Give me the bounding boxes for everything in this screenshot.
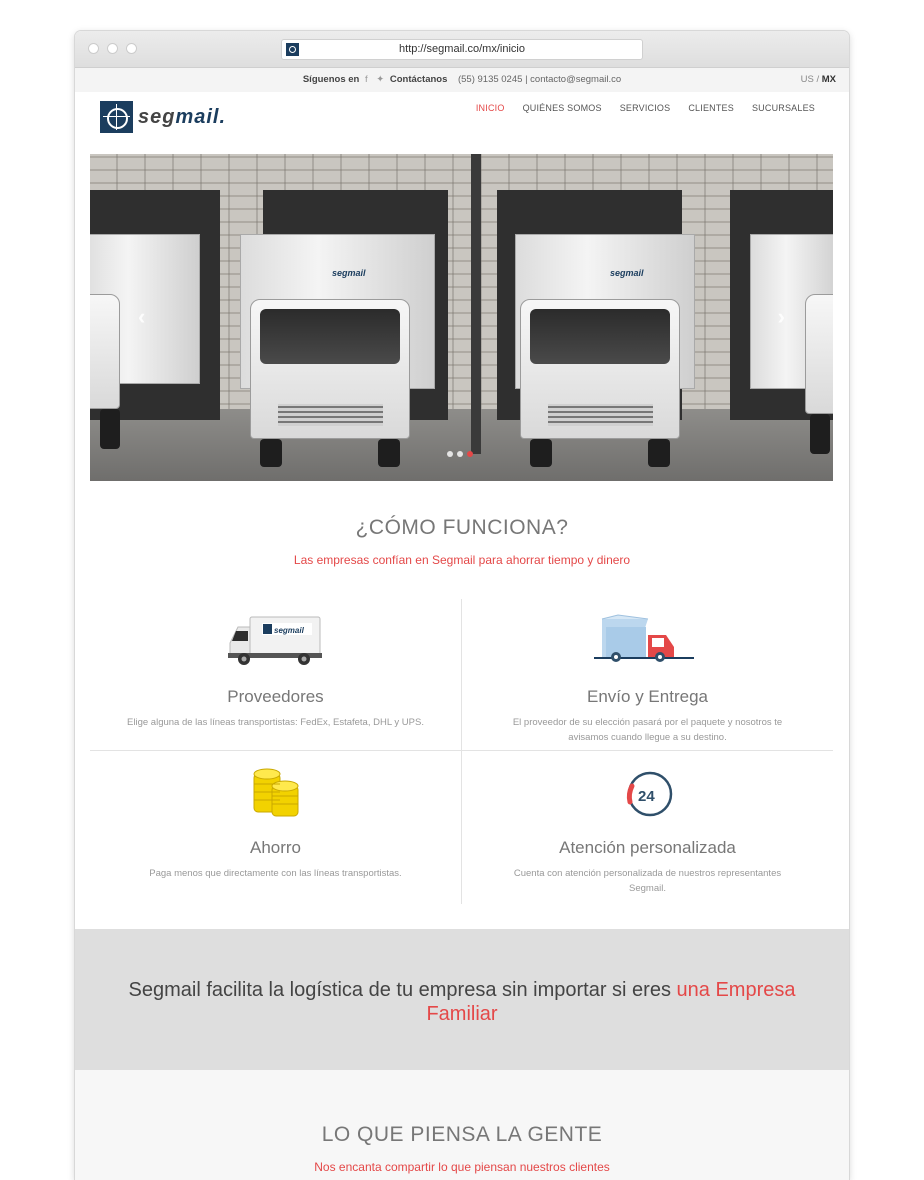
feature-text-proveedores: Elige alguna de las líneas transportista… xyxy=(127,717,424,728)
support-24-icon: 24 xyxy=(588,764,708,826)
phone-number: (55) 9135 0245 xyxy=(457,74,523,85)
twitter-icon[interactable]: ✦ xyxy=(376,74,384,85)
favicon-icon xyxy=(286,43,299,56)
lang-mx-link[interactable]: MX xyxy=(822,74,836,85)
browser-chrome: http://segmail.co/mx/inicio xyxy=(75,31,849,68)
how-subtitle: Las empresas confían en Segmail para aho… xyxy=(293,553,631,567)
feature-title-envio: Envío y Entrega xyxy=(587,687,708,706)
feature-ahorro: Ahorro Paga menos que directamente con l… xyxy=(90,764,461,881)
feature-title-ahorro: Ahorro xyxy=(249,838,302,857)
feature-text-atencion: Cuenta con atención personalizada de nue… xyxy=(513,868,782,894)
site-header: segmail. INICIO QUIÉNES SOMOS SERVICIOS … xyxy=(75,92,849,155)
email-link[interactable]: contacto@segmail.co xyxy=(530,74,621,85)
feature-envio: Envío y Entrega El proveedor de su elecc… xyxy=(462,613,833,745)
follow-label: Síguenos en xyxy=(302,74,360,85)
svg-text:segmail: segmail xyxy=(274,626,305,635)
address-bar[interactable]: http://segmail.co/mx/inicio xyxy=(281,39,643,60)
how-title: ¿CÓMO FUNCIONA? xyxy=(355,516,569,539)
crosshair-logo-icon xyxy=(100,101,133,133)
slider-dot-1[interactable] xyxy=(447,451,453,457)
banner-text-main: Segmail facilita la logística de tu empr… xyxy=(128,979,677,1001)
minimize-window-button[interactable] xyxy=(107,43,118,54)
separator: | xyxy=(525,74,528,85)
main-nav: INICIO QUIÉNES SOMOS SERVICIOS CLIENTES … xyxy=(476,103,815,113)
slider-pagination xyxy=(447,451,473,457)
slider-next-arrow[interactable]: › xyxy=(778,304,785,330)
lang-separator: / xyxy=(816,74,820,85)
url-text: http://segmail.co/mx/inicio xyxy=(399,43,525,55)
nav-clientes[interactable]: CLIENTES xyxy=(688,103,734,113)
facebook-icon[interactable]: f xyxy=(365,74,368,85)
slider-dot-3[interactable] xyxy=(467,451,473,457)
top-info-bar: Síguenos en f ✦ Contáctanos (55) 9135 02… xyxy=(75,68,849,92)
logo-wordmark: segmail. xyxy=(138,106,226,129)
logo-text-b: mail. xyxy=(175,105,227,128)
delivery-truck-icon xyxy=(588,613,708,675)
lang-us-link[interactable]: US xyxy=(801,74,814,85)
nav-servicios[interactable]: SERVICIOS xyxy=(620,103,671,113)
feature-title-proveedores: Proveedores xyxy=(227,687,324,706)
maximize-window-button[interactable] xyxy=(126,43,137,54)
language-switcher: US / MX xyxy=(801,74,836,85)
browser-window: http://segmail.co/mx/inicio Síguenos en … xyxy=(75,31,849,1180)
nav-inicio[interactable]: INICIO xyxy=(476,103,505,113)
icon-24-text: 24 xyxy=(638,788,655,805)
truck-brand-label-2: segmail xyxy=(610,268,644,278)
feature-proveedores: segmail Proveedores Elige alguna de las … xyxy=(90,613,461,730)
close-window-button[interactable] xyxy=(88,43,99,54)
feature-text-envio: El proveedor de su elección pasará por e… xyxy=(512,717,783,743)
cta-banner: Segmail facilita la logística de tu empr… xyxy=(75,929,849,1070)
nav-sucursales[interactable]: SUCURSALES xyxy=(752,103,815,113)
logo-text-a: seg xyxy=(138,105,176,128)
grid-divider-horizontal xyxy=(90,750,833,751)
slider-dot-2[interactable] xyxy=(457,451,463,457)
hero-pole xyxy=(471,154,481,454)
contact-label: Contáctanos xyxy=(389,74,448,85)
features-grid: segmail Proveedores Elige alguna de las … xyxy=(90,599,833,904)
hero-slider: segmail segmail ‹ › xyxy=(90,154,833,481)
feature-atencion: 24 Atención personalizada Cuenta con ate… xyxy=(462,764,833,896)
nav-quienes-somos[interactable]: QUIÉNES SOMOS xyxy=(523,103,602,113)
testimonials-subtitle: Nos encanta compartir lo que piensan nue… xyxy=(314,1160,610,1174)
truck-brand-label: segmail xyxy=(332,268,366,278)
segmail-logo[interactable]: segmail. xyxy=(100,101,226,133)
testimonials-title: LO QUE PIENSA LA GENTE xyxy=(321,1123,603,1146)
testimonials-section: LO QUE PIENSA LA GENTE Nos encanta compa… xyxy=(75,1070,849,1180)
banner-text: Segmail facilita la logística de tu empr… xyxy=(115,978,809,1026)
feature-text-ahorro: Paga menos que directamente con las líne… xyxy=(149,868,402,879)
slider-prev-arrow[interactable]: ‹ xyxy=(138,304,145,330)
van-icon: segmail xyxy=(216,613,336,675)
feature-title-atencion: Atención personalizada xyxy=(559,838,736,857)
coins-icon xyxy=(216,764,336,826)
